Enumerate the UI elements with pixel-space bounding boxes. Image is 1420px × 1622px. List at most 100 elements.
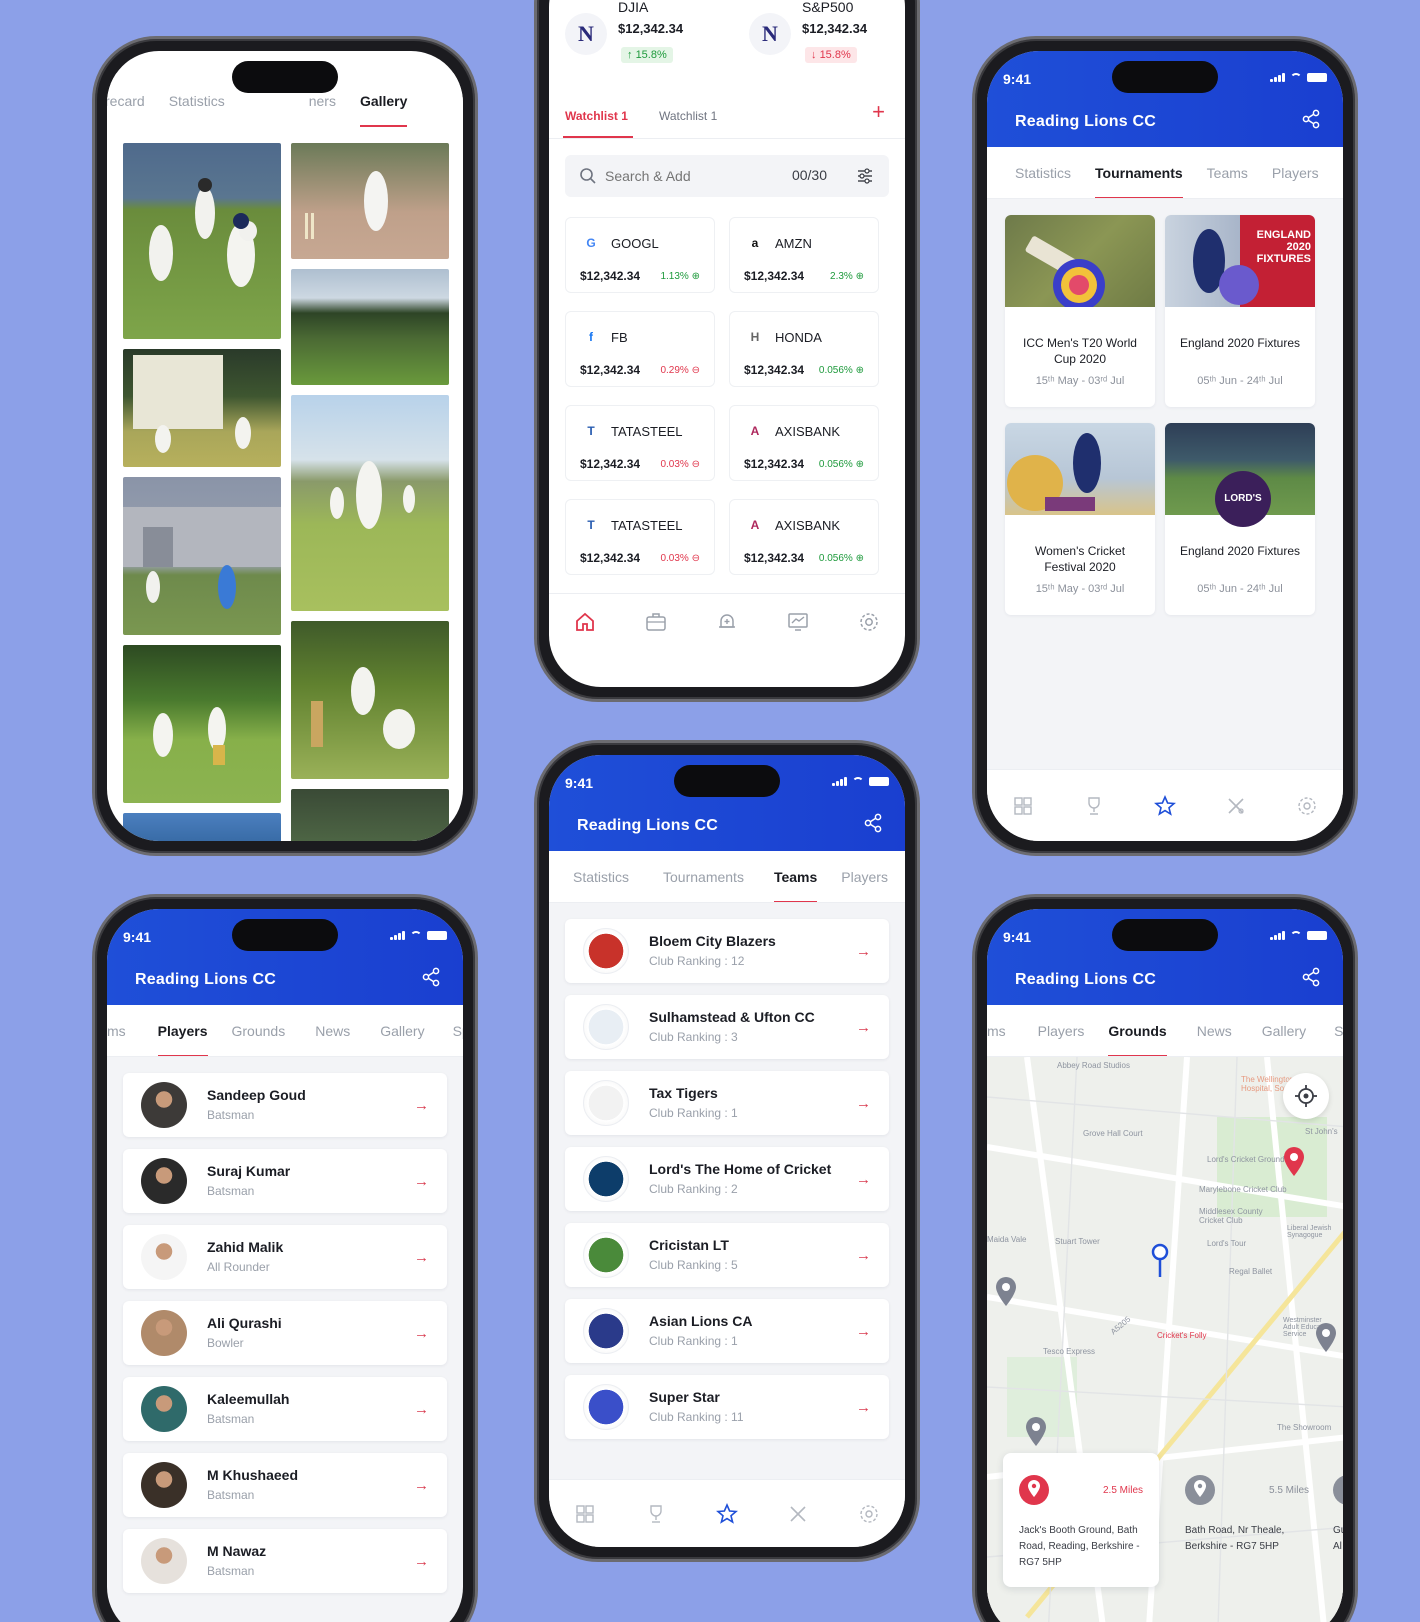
add-watchlist-button[interactable]: + — [872, 99, 885, 125]
stock-card[interactable]: A AXISBANK $12,342.34 0.056% ⊕ — [729, 405, 879, 481]
gallery-photo[interactable] — [291, 143, 449, 259]
share-icon[interactable] — [863, 813, 883, 833]
team-row[interactable]: Lord's The Home of Cricket Club Ranking :… — [565, 1147, 889, 1211]
filter-icon[interactable] — [857, 168, 873, 184]
ground-card[interactable]: 5.5 Miles Bath Road, Nr Theale, Berkshir… — [1169, 1453, 1325, 1587]
stock-card[interactable]: H HONDA $12,342.34 0.056% ⊕ — [729, 311, 879, 387]
index-djia[interactable]: N DJIA $12,342.34 ↑ 15.8% — [565, 0, 725, 69]
tab-grounds[interactable]: Grounds — [1096, 1005, 1178, 1056]
gallery-photo[interactable] — [291, 789, 449, 841]
tab-news[interactable]: News — [1185, 1005, 1244, 1056]
share-icon[interactable] — [1301, 109, 1321, 129]
settings-icon[interactable] — [858, 611, 880, 633]
player-row[interactable]: M Khushaeed Batsman → — [123, 1453, 447, 1517]
star-icon[interactable] — [1153, 794, 1176, 817]
tab-news[interactable]: News — [303, 1005, 362, 1056]
arrow-right-icon[interactable]: → — [414, 1553, 429, 1570]
search-input[interactable] — [605, 165, 755, 187]
tournament-card[interactable]: Women's Cricket Festival 2020 15ᵗʰ May -… — [1005, 423, 1155, 615]
arrow-right-icon[interactable]: → — [414, 1401, 429, 1418]
tab-players[interactable]: Players — [146, 1005, 220, 1056]
tab-tournaments[interactable]: Tournaments — [651, 851, 756, 902]
search-bar[interactable]: 00/30 — [565, 155, 889, 197]
arrow-right-icon[interactable]: → — [856, 1247, 871, 1264]
chart-icon[interactable] — [787, 611, 809, 633]
team-row[interactable]: Bloem City Blazers Club Ranking : 12 → — [565, 919, 889, 983]
player-row[interactable]: Kaleemullah Batsman → — [123, 1377, 447, 1441]
index-sp500[interactable]: N S&P500 $12,342.34 ↓ 15.8% — [749, 0, 905, 69]
tab-sponsors-partial[interactable]: Sp — [1322, 1005, 1343, 1056]
arrow-right-icon[interactable]: → — [414, 1249, 429, 1266]
gallery-photo[interactable] — [291, 621, 449, 779]
team-row[interactable]: Cricistan LT Club Ranking : 5 → — [565, 1223, 889, 1287]
tab-tournaments[interactable]: Tournaments — [1083, 147, 1195, 198]
gallery-photo[interactable] — [123, 349, 281, 467]
tab-statistics[interactable]: Statistics — [157, 75, 237, 127]
share-icon[interactable] — [421, 967, 441, 987]
arrow-right-icon[interactable]: → — [856, 1323, 871, 1340]
settings-icon[interactable] — [858, 1503, 880, 1525]
tab-gallery[interactable]: Gallery — [1250, 1005, 1318, 1056]
arrow-right-icon[interactable]: → — [856, 1399, 871, 1416]
arrow-right-icon[interactable]: → — [414, 1173, 429, 1190]
home-icon[interactable] — [574, 611, 596, 633]
player-row[interactable]: Suraj Kumar Batsman → — [123, 1149, 447, 1213]
cricket-bats-icon[interactable] — [787, 1503, 809, 1525]
locate-me-button[interactable] — [1283, 1073, 1329, 1119]
team-row[interactable]: Sulhamstead & Ufton CC Club Ranking : 3 → — [565, 995, 889, 1059]
gallery-photo[interactable] — [291, 395, 449, 611]
tournament-card[interactable]: ENGLAND 2020 FIXTURES England 2020 Fixtu… — [1165, 215, 1315, 407]
dashboard-icon[interactable] — [574, 1503, 596, 1525]
map-pin-gray-icon[interactable] — [1025, 1417, 1047, 1447]
settings-icon[interactable] — [1296, 795, 1318, 817]
ground-card[interactable]: Gu Al - — [1333, 1453, 1343, 1587]
arrow-right-icon[interactable]: → — [414, 1325, 429, 1342]
stock-card[interactable]: G GOOGL $12,342.34 1.13% ⊕ — [565, 217, 715, 293]
tab-watchlist-1[interactable]: Watchlist 1 — [565, 109, 628, 123]
arrow-right-icon[interactable]: → — [856, 1171, 871, 1188]
tab-watchlist-2[interactable]: Watchlist 1 — [659, 109, 717, 123]
stock-card[interactable]: A AXISBANK $12,342.34 0.056% ⊕ — [729, 499, 879, 575]
stock-card[interactable]: T TATASTEEL $12,342.34 0.03% ⊖ — [565, 499, 715, 575]
tournament-card[interactable]: ICC Men's T20 World Cup 2020 15ᵗʰ May - … — [1005, 215, 1155, 407]
cricket-bats-icon[interactable] — [1225, 795, 1247, 817]
arrow-right-icon[interactable]: → — [414, 1477, 429, 1494]
map-view[interactable]: Abbey Road Studios Grove Hall Court Lord… — [987, 1057, 1343, 1622]
arrow-right-icon[interactable]: → — [856, 943, 871, 960]
map-pin-red-icon[interactable] — [1283, 1147, 1305, 1177]
tab-players[interactable]: Players — [1026, 1005, 1097, 1056]
tab-grounds[interactable]: Grounds — [220, 1005, 298, 1056]
gallery-photo[interactable] — [123, 813, 281, 841]
tab-players[interactable]: Players — [829, 851, 900, 902]
map-pin-gray-icon[interactable] — [995, 1277, 1017, 1307]
stock-card[interactable]: f FB $12,342.34 0.29% ⊖ — [565, 311, 715, 387]
gallery-photo[interactable] — [123, 477, 281, 635]
dashboard-icon[interactable] — [1012, 795, 1034, 817]
arrow-right-icon[interactable]: → — [856, 1019, 871, 1036]
arrow-right-icon[interactable]: → — [414, 1097, 429, 1114]
stock-card[interactable]: T TATASTEEL $12,342.34 0.03% ⊖ — [565, 405, 715, 481]
tab-teams-partial[interactable]: ms — [987, 1005, 1018, 1056]
player-row[interactable]: Ali Qurashi Bowler → — [123, 1301, 447, 1365]
tournament-card[interactable]: LORD'S England 2020 Fixtures 05ᵗʰ Jun - … — [1165, 423, 1315, 615]
share-icon[interactable] — [1301, 967, 1321, 987]
team-row[interactable]: Tax Tigers Club Ranking : 1 → — [565, 1071, 889, 1135]
stock-card[interactable]: a AMZN $12,342.34 2.3% ⊕ — [729, 217, 879, 293]
team-row[interactable]: Super Star Club Ranking : 11 → — [565, 1375, 889, 1439]
arrow-right-icon[interactable]: → — [856, 1095, 871, 1112]
tab-teams[interactable]: Teams — [762, 851, 829, 902]
team-row[interactable]: Asian Lions CA Club Ranking : 1 → — [565, 1299, 889, 1363]
player-row[interactable]: Sandeep Goud Batsman → — [123, 1073, 447, 1137]
tab-players[interactable]: Players — [1260, 147, 1331, 198]
tab-scorecard[interactable]: recard — [107, 75, 157, 127]
gallery-photo[interactable] — [123, 143, 281, 339]
tab-statistics[interactable]: Statistics — [1003, 147, 1083, 198]
player-row[interactable]: Zahid Malik All Rounder → — [123, 1225, 447, 1289]
tab-statistics[interactable]: Statistics — [561, 851, 641, 902]
tab-sponsors-partial[interactable]: Sp — [441, 1005, 463, 1056]
player-row[interactable]: M Nawaz Batsman → — [123, 1529, 447, 1593]
star-icon[interactable] — [715, 1502, 738, 1525]
tab-gallery[interactable]: Gallery — [348, 75, 419, 127]
tab-gallery[interactable]: Gallery — [368, 1005, 436, 1056]
gallery-photo[interactable] — [291, 269, 449, 385]
